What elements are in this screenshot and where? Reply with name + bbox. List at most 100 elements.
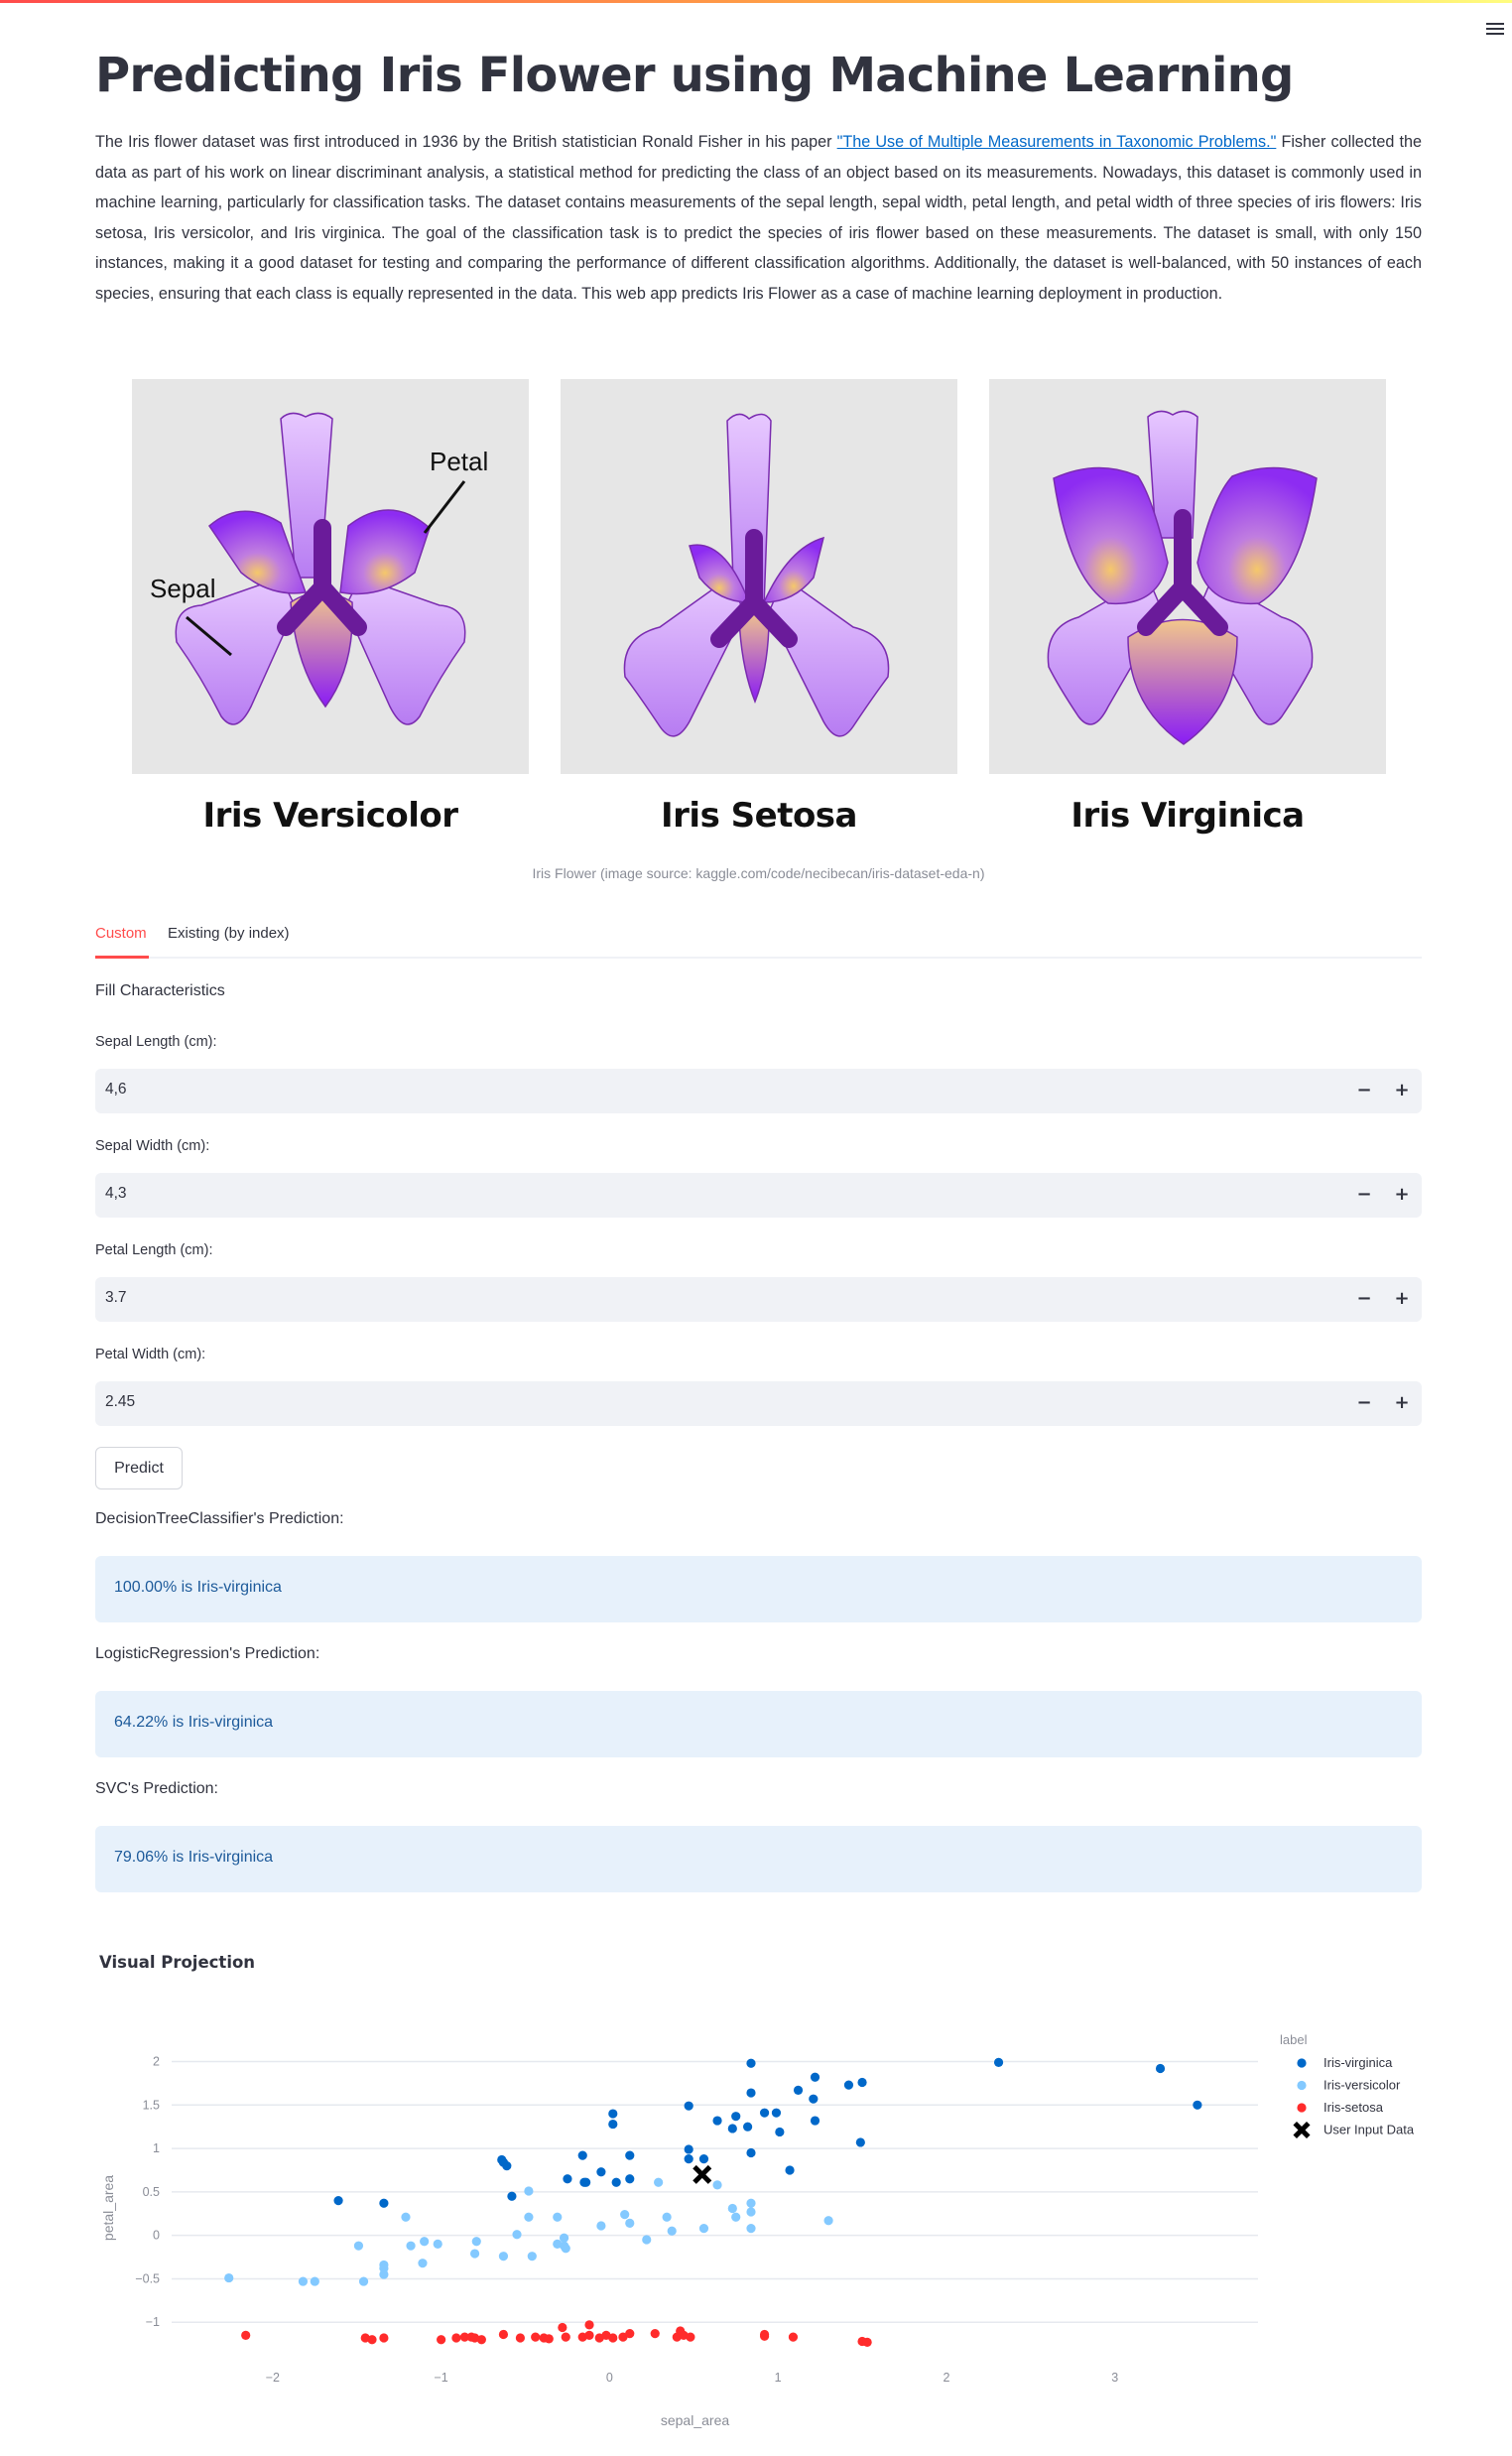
tab-existing-by-index[interactable]: Existing (by index)	[168, 925, 290, 942]
petal-width-increment-button[interactable]: +	[1388, 1390, 1416, 1416]
scatter-point[interactable]	[650, 2329, 660, 2339]
scatter-point[interactable]	[625, 2329, 635, 2339]
scatter-point[interactable]	[527, 2252, 537, 2262]
scatter-point[interactable]	[451, 2333, 461, 2343]
scatter-point[interactable]	[224, 2272, 234, 2283]
scatter-point[interactable]	[625, 2174, 635, 2184]
scatter-point[interactable]	[684, 2153, 693, 2164]
scatter-point[interactable]	[433, 2239, 442, 2250]
scatter-point[interactable]	[507, 2191, 517, 2201]
scatter-point[interactable]	[746, 2198, 756, 2208]
petal-width-decrement-button[interactable]: −	[1350, 1390, 1378, 1416]
scatter-point[interactable]	[698, 2224, 709, 2234]
scatter-point[interactable]	[611, 2177, 621, 2187]
scatter-point[interactable]	[353, 2241, 364, 2251]
scatter-point[interactable]	[727, 2203, 737, 2214]
visual-projection-scatter-chart[interactable]: −1 −0.5 0 0.5 1 1.5 2 −2 −1 0 1 2 3 sepal_area peta…	[0, 0, 1512, 2456]
legend-item[interactable]: Iris-versicolor	[1297, 2078, 1401, 2093]
sepal-width-decrement-button[interactable]: −	[1350, 1182, 1378, 1208]
predict-button[interactable]: Predict	[95, 1447, 183, 1489]
petal-length-decrement-button[interactable]: −	[1350, 1286, 1378, 1312]
scatter-point[interactable]	[596, 2167, 606, 2177]
legend-item[interactable]: Iris-setosa	[1297, 2100, 1384, 2115]
scatter-point[interactable]	[686, 2332, 695, 2342]
scatter-point[interactable]	[712, 2180, 722, 2190]
sepal-length-increment-button[interactable]: +	[1388, 1078, 1416, 1103]
scatter-point[interactable]	[577, 2150, 587, 2160]
scatter-point[interactable]	[746, 2058, 756, 2068]
scatter-point[interactable]	[642, 2235, 652, 2245]
scatter-point[interactable]	[785, 2165, 795, 2175]
scatter-point[interactable]	[698, 2153, 709, 2164]
petal-length-input[interactable]: 3.7 − +	[95, 1277, 1422, 1322]
scatter-point[interactable]	[469, 2249, 480, 2259]
scatter-point[interactable]	[625, 2150, 635, 2160]
scatter-point[interactable]	[298, 2276, 309, 2286]
scatter-point[interactable]	[476, 2335, 486, 2345]
scatter-point[interactable]	[515, 2333, 526, 2343]
scatter-point[interactable]	[684, 2101, 693, 2111]
scatter-point[interactable]	[241, 2330, 251, 2340]
scatter-point[interactable]	[558, 2322, 567, 2333]
scatter-point[interactable]	[524, 2186, 534, 2196]
main-menu-button[interactable]	[1484, 20, 1506, 40]
scatter-point[interactable]	[563, 2174, 572, 2184]
paper-link[interactable]: "The Use of Multiple Measurements in Tax…	[837, 133, 1277, 151]
scatter-point[interactable]	[418, 2259, 428, 2268]
scatter-point[interactable]	[809, 2094, 819, 2104]
scatter-point[interactable]	[857, 2077, 867, 2088]
scatter-point[interactable]	[746, 2224, 756, 2234]
scatter-point[interactable]	[654, 2177, 664, 2187]
scatter-point[interactable]	[1155, 2063, 1166, 2074]
scatter-point[interactable]	[684, 2144, 693, 2154]
scatter-point[interactable]	[437, 2335, 446, 2345]
scatter-point[interactable]	[608, 2333, 618, 2343]
scatter-point[interactable]	[471, 2237, 481, 2247]
scatter-point[interactable]	[862, 2337, 872, 2347]
scatter-point[interactable]	[561, 2244, 570, 2254]
scatter-point[interactable]	[823, 2216, 833, 2226]
scatter-point[interactable]	[746, 2207, 756, 2217]
petal-length-increment-button[interactable]: +	[1388, 1286, 1416, 1312]
scatter-point[interactable]	[502, 2160, 512, 2171]
scatter-point[interactable]	[843, 2080, 854, 2090]
sepal-length-value[interactable]: 4,6	[105, 1081, 127, 1099]
scatter-point[interactable]	[993, 2057, 1004, 2067]
scatter-point[interactable]	[667, 2226, 677, 2236]
scatter-point[interactable]	[810, 2072, 820, 2082]
scatter-point[interactable]	[406, 2241, 416, 2251]
sepal-length-decrement-button[interactable]: −	[1350, 1078, 1378, 1103]
scatter-point[interactable]	[759, 2331, 770, 2341]
scatter-point[interactable]	[746, 2088, 756, 2098]
scatter-point[interactable]	[584, 2330, 594, 2340]
scatter-point[interactable]	[608, 2119, 618, 2130]
user-input-point[interactable]	[693, 2164, 712, 2184]
legend-item[interactable]: User Input Data	[1293, 2121, 1415, 2139]
scatter-point[interactable]	[498, 2329, 509, 2340]
petal-length-value[interactable]: 3.7	[105, 1289, 127, 1307]
scatter-point[interactable]	[810, 2116, 820, 2126]
scatter-point[interactable]	[581, 2177, 591, 2187]
scatter-point[interactable]	[771, 2108, 782, 2118]
scatter-point[interactable]	[727, 2124, 737, 2133]
scatter-point[interactable]	[712, 2116, 722, 2126]
scatter-point[interactable]	[788, 2332, 799, 2342]
scatter-point[interactable]	[1193, 2100, 1202, 2110]
scatter-point[interactable]	[608, 2109, 618, 2119]
scatter-point[interactable]	[731, 2112, 741, 2122]
scatter-point[interactable]	[561, 2332, 570, 2342]
scatter-point[interactable]	[401, 2212, 411, 2222]
scatter-point[interactable]	[559, 2233, 569, 2243]
scatter-point[interactable]	[358, 2276, 369, 2286]
scatter-point[interactable]	[379, 2333, 389, 2343]
scatter-point[interactable]	[531, 2332, 541, 2342]
scatter-point[interactable]	[596, 2221, 606, 2231]
scatter-point[interactable]	[379, 2269, 389, 2279]
scatter-point[interactable]	[544, 2334, 554, 2344]
scatter-point[interactable]	[759, 2108, 770, 2118]
petal-width-input[interactable]: 2.45 − +	[95, 1381, 1422, 1426]
scatter-point[interactable]	[584, 2320, 594, 2330]
scatter-point[interactable]	[512, 2230, 522, 2240]
petal-width-value[interactable]: 2.45	[105, 1393, 135, 1411]
scatter-point[interactable]	[620, 2210, 630, 2220]
